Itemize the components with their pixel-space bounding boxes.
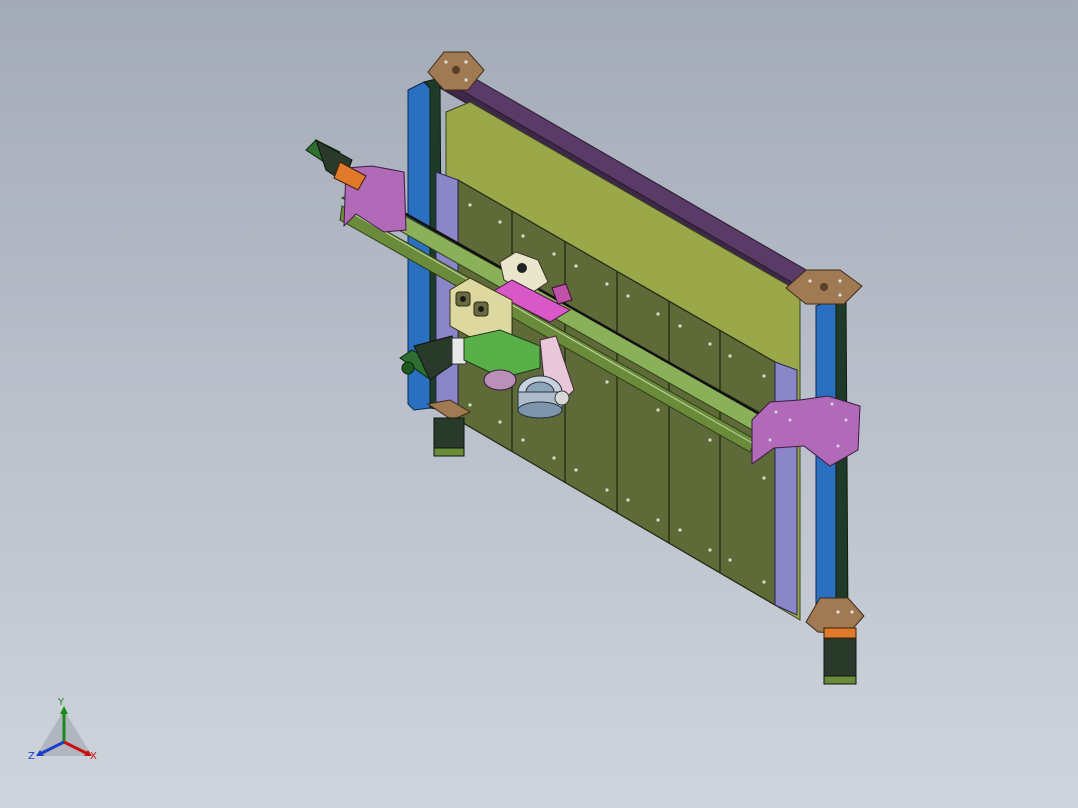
- corner-plate-hole: [820, 283, 828, 291]
- triad-graphic: [36, 706, 92, 756]
- corner-plate-bolt: [850, 610, 854, 614]
- triad-x-label: X: [90, 751, 97, 762]
- corner-plate-bolt: [464, 78, 468, 82]
- right-upright-blue[interactable]: [815, 299, 837, 633]
- triad-y-label: Y: [58, 697, 65, 708]
- triad-z-label: Z: [28, 751, 35, 762]
- corner-plate-bolt: [838, 279, 842, 283]
- corner-plate-bolt: [808, 279, 812, 283]
- corner-plate-bolt: [464, 60, 468, 64]
- corner-plate-bolt: [838, 293, 842, 297]
- stepper-motor-bottom-left[interactable]: [433, 417, 465, 457]
- stepper-motor-gantry[interactable]: [305, 138, 367, 191]
- coordinate-triad[interactable]: Y X Z: [26, 694, 106, 774]
- carriage-top-bore: [517, 263, 527, 273]
- corner-plate-bolt: [444, 60, 448, 64]
- corner-plate-bolt: [836, 610, 840, 614]
- cad-model-view[interactable]: [0, 0, 1078, 808]
- graphics-viewport[interactable]: Y X Z: [0, 0, 1078, 808]
- stepper-motor-bottom-right[interactable]: [823, 627, 857, 685]
- corner-plate-hole: [452, 66, 460, 74]
